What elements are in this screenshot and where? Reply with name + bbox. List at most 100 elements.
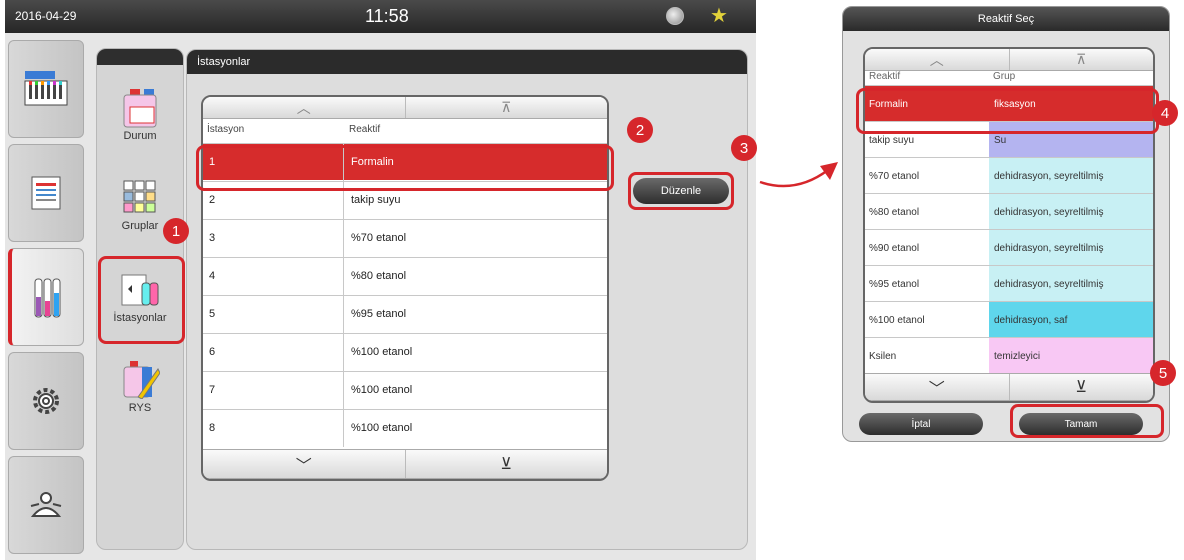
reagent-name: %80 etanol [869, 206, 920, 218]
subnav-rms[interactable]: RYS [101, 359, 179, 414]
reagent-group: dehidrasyon, saf [989, 302, 1153, 338]
subnav-label: RYS [128, 402, 152, 414]
row-divider [343, 372, 344, 409]
station-number: 4 [209, 270, 216, 282]
subnav-header [97, 49, 183, 65]
nav-reagents[interactable] [8, 248, 84, 346]
station-number: 5 [209, 308, 216, 320]
station-number: 6 [209, 346, 216, 358]
instrument-icon [24, 71, 68, 106]
list-scroll-top: ︿ ⊼ [203, 97, 607, 119]
row-divider [343, 410, 344, 447]
station-row[interactable]: 6 %100 etanol [203, 333, 607, 371]
station-number: 2 [209, 194, 216, 206]
scroll-up-icon[interactable]: ︿ [865, 49, 1010, 70]
scroll-to-bottom-icon[interactable]: ⊻ [1010, 374, 1154, 400]
reagent-group: dehidrasyon, seyreltilmiş [989, 230, 1153, 266]
row-divider [343, 220, 344, 257]
highlight-stations-tab [98, 256, 185, 344]
reagent-row[interactable]: %90 etanol dehidrasyon, seyreltilmiş [865, 229, 1153, 266]
row-divider [343, 258, 344, 295]
station-reagent: %100 etanol [351, 422, 413, 434]
station-reagent: %95 etanol [351, 308, 407, 320]
station-number: 3 [209, 232, 216, 244]
status-clock: 11:58 [365, 6, 409, 26]
nav-settings[interactable] [8, 352, 84, 450]
nav-status[interactable] [8, 40, 84, 138]
reagent-group: dehidrasyon, seyreltilmiş [989, 158, 1153, 194]
reagent-group: dehidrasyon, seyreltilmiş [989, 194, 1153, 230]
station-reagent: %100 etanol [351, 384, 413, 396]
station-row[interactable]: 5 %95 etanol [203, 295, 607, 333]
station-reagent: %70 etanol [351, 232, 407, 244]
cancel-button[interactable]: İptal [859, 413, 983, 435]
callout-3: 3 [731, 135, 757, 161]
highlight-edit-button [628, 172, 734, 210]
col-reagent: Reaktif [349, 124, 381, 135]
reagent-row[interactable]: %80 etanol dehidrasyon, seyreltilmiş [865, 193, 1153, 230]
panel-title: İstasyonlar [187, 50, 747, 74]
station-reagent: %100 etanol [351, 346, 413, 358]
reagent-bottles-icon [34, 278, 60, 318]
status-date: 2016-04-29 [15, 9, 77, 23]
reagent-name: %70 etanol [869, 170, 920, 182]
reagent-name: Ksilen [869, 350, 897, 362]
callout-1: 1 [163, 218, 189, 244]
reagent-row[interactable]: Ksilen temizleyici [865, 337, 1153, 374]
dialog-scroll-bottom: ﹀ ⊻ [865, 373, 1153, 401]
reagent-row[interactable]: %100 etanol dehidrasyon, saf [865, 301, 1153, 338]
station-row[interactable]: 7 %100 etanol [203, 371, 607, 409]
subnav-status[interactable]: Durum [101, 87, 179, 142]
status-bar: 2016-04-29 11:58 ★ [5, 0, 756, 33]
col-reagent: Reaktif [869, 71, 901, 82]
scroll-down-icon[interactable]: ﹀ [865, 374, 1010, 400]
reagent-row[interactable]: %70 etanol dehidrasyon, seyreltilmiş [865, 157, 1153, 194]
scroll-to-top-icon[interactable]: ⊼ [1010, 49, 1154, 70]
reagent-name: %100 etanol [869, 314, 925, 326]
station-row[interactable]: 8 %100 etanol [203, 409, 607, 447]
main-nav [8, 40, 84, 554]
dialog-list-header: Reaktif Grup [865, 71, 1153, 85]
list-scroll-bottom: ﹀ ⊻ [203, 449, 607, 479]
col-group: Grup [993, 71, 1016, 82]
reagent-row[interactable]: %95 etanol dehidrasyon, seyreltilmiş [865, 265, 1153, 302]
reagent-name: %90 etanol [869, 242, 920, 254]
dialog-title: Reaktif Seç [843, 7, 1169, 31]
program-list-icon [31, 176, 61, 210]
scroll-to-top-icon[interactable]: ⊼ [406, 97, 608, 118]
status-bottles-icon [120, 87, 160, 128]
subnav-label: Durum [123, 130, 157, 142]
groups-grid-icon [120, 177, 160, 217]
reagent-edit-icon [120, 359, 161, 400]
scroll-to-bottom-icon[interactable]: ⊻ [406, 450, 608, 478]
reagent-group: temizleyici [989, 338, 1153, 374]
station-number: 7 [209, 384, 216, 396]
dialog-scroll-top: ︿ ⊼ [865, 49, 1153, 71]
reagent-group: dehidrasyon, seyreltilmiş [989, 266, 1153, 302]
station-number: 8 [209, 422, 216, 434]
row-divider [343, 334, 344, 371]
list-header: İstasyon Reaktif [203, 124, 607, 140]
station-reagent: %80 etanol [351, 270, 407, 282]
scroll-down-icon[interactable]: ﹀ [203, 450, 406, 478]
row-divider [343, 296, 344, 333]
station-reagent: takip suyu [351, 194, 401, 206]
callout-2: 2 [627, 117, 653, 143]
globe-icon[interactable] [666, 7, 684, 25]
reagent-name: %95 etanol [869, 278, 920, 290]
user-icon[interactable]: ★ [710, 4, 728, 28]
highlight-ok-button [1010, 404, 1164, 438]
nav-user[interactable] [8, 456, 84, 554]
user-settings-icon [30, 492, 62, 517]
reagent-select-dialog: Reaktif Seç ︿ ⊼ Reaktif Grup Formalin fi… [842, 6, 1170, 442]
station-row[interactable]: 4 %80 etanol [203, 257, 607, 295]
station-row[interactable]: 3 %70 etanol [203, 219, 607, 257]
scroll-up-icon[interactable]: ︿ [203, 97, 406, 118]
col-station: İstasyon [207, 124, 245, 135]
highlight-reagent-row [856, 88, 1159, 134]
nav-programs[interactable] [8, 144, 84, 242]
arrow-to-dialog [759, 162, 838, 188]
gear-icon [33, 388, 59, 414]
highlight-station-row [196, 145, 614, 191]
callout-5: 5 [1150, 360, 1176, 386]
